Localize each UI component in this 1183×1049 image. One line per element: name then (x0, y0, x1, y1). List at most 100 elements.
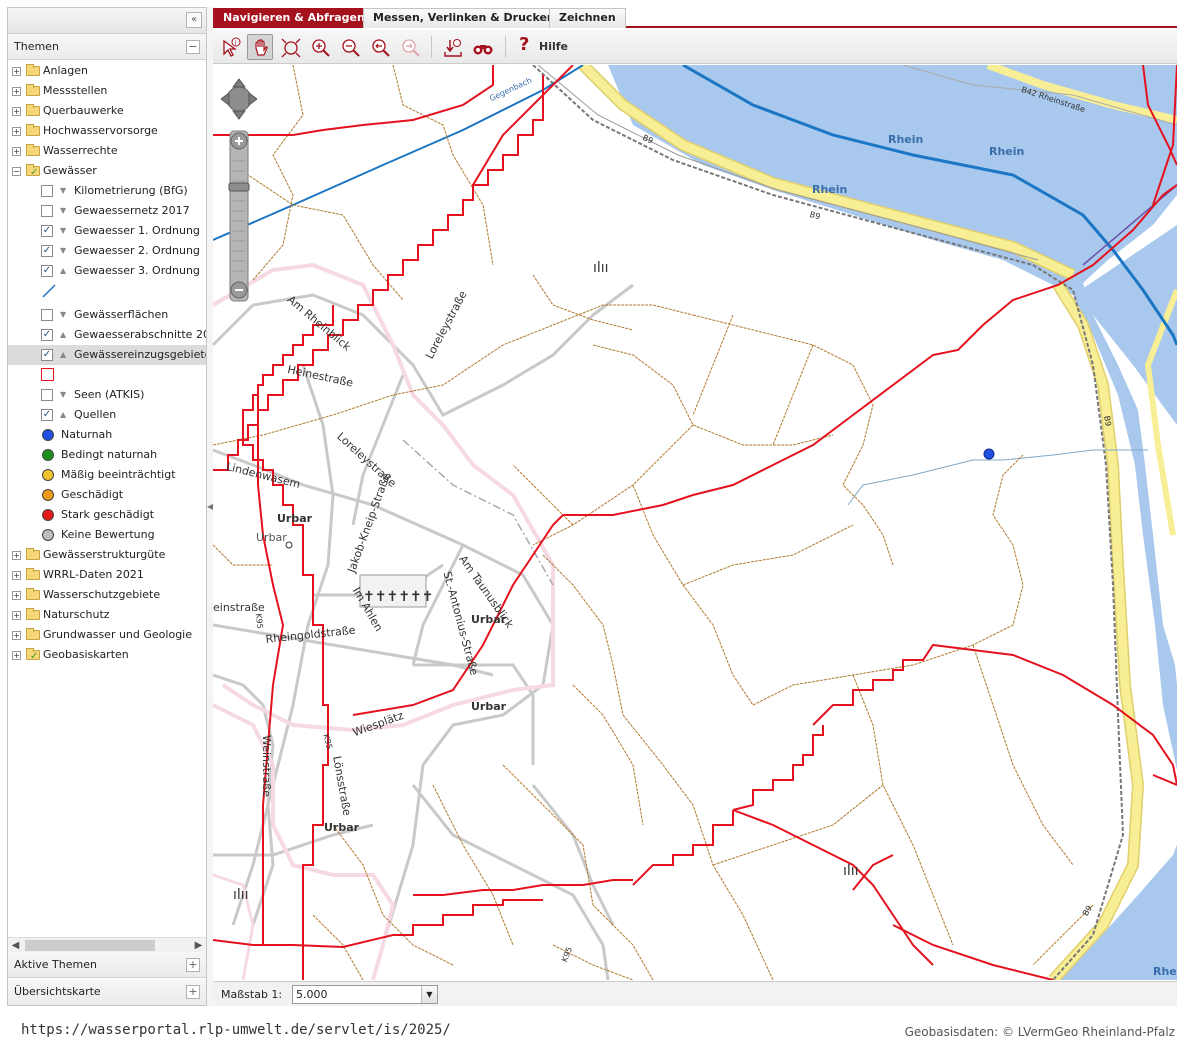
zoom-out-tool[interactable] (337, 34, 363, 60)
expand-toggle-icon[interactable]: + (12, 127, 21, 136)
tree-folder[interactable]: + Geobasiskarten (8, 645, 206, 667)
layer-checkbox[interactable] (41, 205, 53, 217)
tree-folder[interactable]: + Messstellen (8, 81, 206, 101)
folder-icon (26, 548, 40, 560)
tree-folder[interactable]: + Hochwasservorsorge (8, 121, 206, 141)
expand-toggle-icon[interactable]: + (12, 651, 21, 660)
expand-triangle-icon[interactable]: ▼ (60, 181, 66, 201)
zoom-extent-tool[interactable] (277, 34, 303, 60)
themes-section-header[interactable]: Themen − (8, 34, 206, 60)
tree-folder-label: Messstellen (43, 84, 108, 97)
layer-checkbox[interactable]: ✓ (41, 329, 53, 341)
collapse-triangle-icon[interactable]: ▲ (60, 405, 66, 425)
tree-folder[interactable]: + Anlagen (8, 61, 206, 81)
layer-checkbox[interactable] (41, 309, 53, 321)
expand-toggle-icon[interactable]: + (12, 147, 21, 156)
tree-folder[interactable]: + WRRL-Daten 2021 (8, 565, 206, 585)
layer-checkbox[interactable]: ✓ (41, 409, 53, 421)
tree-layer[interactable]: ✓ ▲ Gewässereinzugsgebiete (g (8, 345, 206, 365)
collapse-triangle-icon[interactable]: ▲ (60, 325, 66, 345)
help-button[interactable]: Hilfe (539, 40, 568, 53)
map-canvas[interactable]: ✝✝✝✝✝✝ ılıı ılıı ılıı Rhein Rhein Rhein … (213, 65, 1177, 980)
pan-control[interactable] (220, 78, 258, 120)
tab-draw[interactable]: Zeichnen (549, 8, 626, 28)
download-info-tool[interactable] (439, 34, 465, 60)
tree-folder[interactable]: + Wasserschutzgebiete (8, 585, 206, 605)
svg-text:ılıı: ılıı (233, 887, 249, 903)
search-binoculars-tool[interactable] (469, 34, 495, 60)
tab-measure[interactable]: Messen, Verlinken & Drucken (363, 8, 565, 28)
tree-folder-label: Wasserschutzgebiete (43, 588, 161, 601)
tree-folder[interactable]: + Naturschutz (8, 605, 206, 625)
expand-toggle-icon[interactable]: + (12, 611, 21, 620)
expand-toggle-icon[interactable]: + (12, 591, 21, 600)
overview-map-expand-button[interactable]: + (186, 985, 200, 999)
expand-toggle-icon[interactable]: − (12, 167, 21, 176)
expand-triangle-icon[interactable]: ▼ (60, 385, 66, 405)
zoom-slider[interactable] (228, 130, 250, 302)
tree-layer[interactable]: ✓ ▲ Gewaesserabschnitte 2017 (8, 325, 206, 345)
footer-url[interactable]: https://wasserportal.rlp-umwelt.de/servl… (21, 1022, 451, 1038)
toolbar-separator (505, 36, 506, 58)
tree-folder-label: Geobasiskarten (43, 648, 129, 661)
tree-folder[interactable]: + Grundwasser und Geologie (8, 625, 206, 645)
info-select-tool[interactable]: i (217, 34, 243, 60)
tree-layer-label: Gewaesserabschnitte 2017 (74, 328, 206, 341)
layer-checkbox[interactable] (41, 389, 53, 401)
zoom-next-tool[interactable] (397, 34, 423, 60)
tree-folder[interactable]: + Wasserrechte (8, 141, 206, 161)
tree-layer[interactable]: ✓ ▲ Quellen (8, 405, 206, 425)
scroll-right-arrow-icon[interactable]: ▶ (191, 938, 206, 953)
expand-toggle-icon[interactable]: + (12, 551, 21, 560)
overview-map-header[interactable]: Übersichtskarte + (8, 979, 206, 1005)
zoom-in-tool[interactable] (307, 34, 333, 60)
tree-folder[interactable]: − Gewässer (8, 161, 206, 183)
scrollbar-thumb[interactable] (25, 940, 155, 951)
active-themes-expand-button[interactable]: + (186, 958, 200, 972)
tree-layer[interactable]: ▼ Kilometrierung (BfG) (8, 181, 206, 201)
tree-folder-label: Hochwasservorsorge (43, 124, 158, 137)
tree-layer[interactable]: ▼ Gewässerflächen (8, 305, 206, 325)
scroll-left-arrow-icon[interactable]: ◀ (8, 938, 23, 953)
layer-checkbox[interactable]: ✓ (41, 349, 53, 361)
help-icon[interactable]: ? (519, 34, 529, 55)
collapse-triangle-icon[interactable]: ▲ (60, 345, 66, 365)
pan-tool[interactable] (247, 34, 273, 60)
tree-layer[interactable]: ▼ Gewaessernetz 2017 (8, 201, 206, 221)
expand-triangle-icon[interactable]: ▼ (60, 221, 66, 241)
themes-collapse-button[interactable]: − (186, 40, 200, 54)
tree-layer[interactable]: ▼ Seen (ATKIS) (8, 385, 206, 405)
tree-layer[interactable]: ✓ ▼ Gewaesser 1. Ordnung (8, 221, 206, 241)
expand-toggle-icon[interactable]: + (12, 571, 21, 580)
scale-label: Maßstab 1: (221, 988, 283, 1001)
legend-label: Bedingt naturnah (61, 448, 158, 461)
tab-navigate[interactable]: Navigieren & Abfragen (213, 8, 375, 28)
dropdown-arrow-icon[interactable]: ▼ (421, 986, 437, 1003)
scale-select[interactable]: 5.000 ▼ (292, 985, 438, 1004)
active-themes-header[interactable]: Aktive Themen + (8, 952, 206, 978)
layer-checkbox[interactable]: ✓ (41, 265, 53, 277)
legend-item: Stark geschädigt (8, 505, 206, 525)
expand-triangle-icon[interactable]: ▼ (60, 241, 66, 261)
folder-icon (26, 64, 40, 76)
legend-label: Mäßig beeinträchtigt (61, 468, 176, 481)
collapse-panel-button[interactable]: « (186, 12, 202, 28)
tree-horizontal-scrollbar[interactable]: ◀ ▶ (8, 937, 206, 952)
map-toolbar: i ? Hilfe (213, 30, 1177, 64)
expand-toggle-icon[interactable]: + (12, 107, 21, 116)
collapse-triangle-icon[interactable]: ▲ (60, 261, 66, 281)
tree-layer[interactable]: ✓ ▼ Gewaesser 2. Ordnung (8, 241, 206, 261)
tree-folder[interactable]: + Gewässerstrukturgüte (8, 545, 206, 565)
layer-checkbox[interactable]: ✓ (41, 225, 53, 237)
tree-folder[interactable]: + Querbauwerke (8, 101, 206, 121)
expand-triangle-icon[interactable]: ▼ (60, 305, 66, 325)
expand-toggle-icon[interactable]: + (12, 631, 21, 640)
layer-checkbox[interactable]: ✓ (41, 245, 53, 257)
expand-toggle-icon[interactable]: + (12, 87, 21, 96)
folder-icon (26, 104, 40, 116)
expand-toggle-icon[interactable]: + (12, 67, 21, 76)
tree-layer[interactable]: ✓ ▲ Gewaesser 3. Ordnung (8, 261, 206, 281)
layer-checkbox[interactable] (41, 185, 53, 197)
zoom-previous-tool[interactable] (367, 34, 393, 60)
expand-triangle-icon[interactable]: ▼ (60, 201, 66, 221)
